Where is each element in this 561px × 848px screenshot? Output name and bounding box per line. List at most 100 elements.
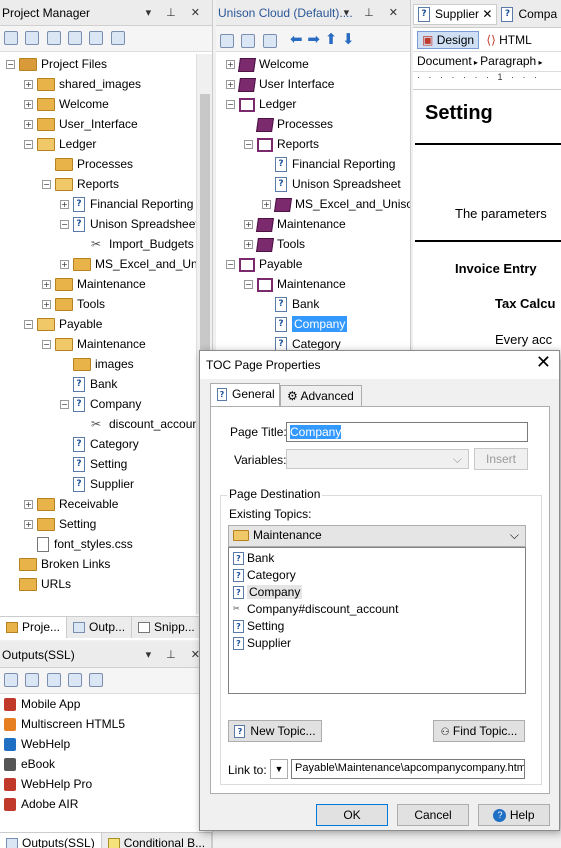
- tree-item[interactable]: ? Bank: [0, 374, 196, 394]
- new-folder-icon[interactable]: [68, 30, 83, 45]
- tree-item[interactable]: ✂ Import_Budgets: [0, 234, 196, 254]
- new-topic-button[interactable]: ? New Topic...: [228, 720, 322, 742]
- collapse-icon[interactable]: −: [24, 320, 33, 330]
- tree-item[interactable]: + Maintenance: [216, 214, 410, 234]
- open-project-icon[interactable]: [4, 30, 18, 45]
- tree-item[interactable]: Processes: [0, 154, 196, 174]
- properties-icon[interactable]: [262, 33, 277, 48]
- tree-item[interactable]: ? Financial Reporting: [216, 154, 410, 174]
- topic-list-item[interactable]: ? Setting: [233, 618, 284, 635]
- tree-item[interactable]: + Welcome: [0, 94, 196, 114]
- expand-icon[interactable]: +: [42, 280, 51, 290]
- tab-outputs-ssl[interactable]: Outputs(SSL): [0, 833, 102, 848]
- link-to-input[interactable]: Payable\Maintenance\apcompanycompany.htm: [291, 759, 525, 779]
- tree-item[interactable]: − Project Files: [0, 54, 196, 74]
- tab-company[interactable]: ? Compa: [497, 5, 561, 24]
- tab-advanced[interactable]: ⚙ Advanced: [280, 385, 362, 406]
- tree-item[interactable]: − Reports: [0, 174, 196, 194]
- panel-controls[interactable]: ▾ ⊥ ✕: [344, 6, 404, 19]
- tree-item[interactable]: + Maintenance: [0, 274, 196, 294]
- close-tab-icon[interactable]: ✕: [482, 7, 492, 21]
- tree-item[interactable]: ? Unison Spreadsheet: [216, 174, 410, 194]
- help-button[interactable]: ? Help: [478, 804, 550, 826]
- expand-icon[interactable]: +: [24, 500, 33, 510]
- collapse-icon[interactable]: −: [244, 140, 253, 150]
- collapse-icon[interactable]: −: [60, 400, 69, 410]
- html-button[interactable]: ⟨⟩ HTML: [482, 32, 535, 48]
- tree-item[interactable]: − Payable: [0, 314, 196, 334]
- expand-icon[interactable]: +: [42, 300, 51, 310]
- expand-icon[interactable]: +: [24, 120, 33, 130]
- close-icon[interactable]: ✕: [536, 354, 551, 372]
- output-properties-icon[interactable]: [25, 672, 40, 687]
- new-book-icon[interactable]: [220, 33, 234, 48]
- tab-general[interactable]: ? General: [210, 383, 280, 406]
- tree-item[interactable]: + Receivable: [0, 494, 196, 514]
- panel-controls[interactable]: ▾ ⊥ ✕: [146, 648, 206, 661]
- tree-item[interactable]: +? Financial Reporting: [0, 194, 196, 214]
- move-arrows-icon[interactable]: ⬅ ➡ ⬆ ⬇: [290, 30, 355, 48]
- tree-item[interactable]: −? Company: [0, 394, 196, 414]
- tree-item[interactable]: − Ledger: [0, 134, 196, 154]
- publish-icon[interactable]: [89, 672, 104, 687]
- output-item[interactable]: WebHelp: [0, 734, 196, 754]
- collapse-icon[interactable]: −: [42, 340, 51, 350]
- output-item[interactable]: WebHelp Pro: [0, 774, 196, 794]
- find-topic-button[interactable]: ⚇ Find Topic...: [433, 720, 525, 742]
- document-menu[interactable]: Document: [417, 54, 472, 68]
- output-item[interactable]: Multiscreen HTML5: [0, 714, 196, 734]
- output-item[interactable]: Mobile App: [0, 694, 196, 714]
- collapse-icon[interactable]: −: [6, 60, 15, 70]
- tree-item[interactable]: images: [0, 354, 196, 374]
- tree-item[interactable]: ? Supplier: [0, 474, 196, 494]
- collapse-icon[interactable]: −: [42, 180, 51, 190]
- tree-item[interactable]: ? Bank: [216, 294, 410, 314]
- expand-icon[interactable]: +: [244, 220, 253, 230]
- tree-item[interactable]: URLs: [0, 574, 196, 594]
- expand-icon[interactable]: +: [262, 200, 271, 210]
- tree-item[interactable]: + MS_Excel_and_Unis: [0, 254, 196, 274]
- tab-outputs[interactable]: Outp...: [67, 617, 133, 638]
- tree-item[interactable]: Broken Links: [0, 554, 196, 574]
- tree-item[interactable]: −? Unison Spreadsheet: [0, 214, 196, 234]
- tree-item[interactable]: ? Company: [216, 314, 410, 334]
- tab-snippets[interactable]: Snipp...: [132, 617, 202, 638]
- output-item[interactable]: eBook: [0, 754, 196, 774]
- find-icon[interactable]: [110, 30, 125, 45]
- topic-list-item[interactable]: ? Company: [233, 584, 303, 601]
- tree-item[interactable]: font_styles.css: [0, 534, 196, 554]
- tree-item[interactable]: Processes: [216, 114, 410, 134]
- tree-item[interactable]: − Maintenance: [0, 334, 196, 354]
- tree-item[interactable]: + User_Interface: [0, 114, 196, 134]
- folder-dropdown[interactable]: Maintenance ⌵: [228, 525, 526, 547]
- collapse-icon[interactable]: −: [244, 280, 253, 290]
- output-item[interactable]: Adobe AIR: [0, 794, 196, 814]
- tree-item[interactable]: + Tools: [216, 234, 410, 254]
- page-title-input[interactable]: Company: [286, 422, 528, 442]
- topic-list-item[interactable]: ? Bank: [233, 550, 274, 567]
- topic-list-item[interactable]: ? Category: [233, 567, 296, 584]
- tree-item[interactable]: ✂ discount_accoun: [0, 414, 196, 434]
- topic-list-item[interactable]: ✂ Company#discount_account: [233, 601, 398, 618]
- expand-icon[interactable]: +: [60, 200, 69, 210]
- new-output-icon[interactable]: [4, 672, 18, 687]
- collapse-icon[interactable]: −: [226, 260, 235, 270]
- collapse-icon[interactable]: −: [24, 140, 33, 150]
- link-to-type-select[interactable]: ▼: [270, 759, 288, 779]
- expand-icon[interactable]: +: [226, 80, 235, 90]
- design-button[interactable]: ▣ Design: [417, 31, 480, 49]
- ok-button[interactable]: OK: [316, 804, 388, 826]
- insert-button[interactable]: Insert: [474, 448, 528, 470]
- expand-icon[interactable]: +: [60, 260, 69, 270]
- variables-select[interactable]: ⌵: [286, 449, 469, 469]
- paragraph-menu[interactable]: Paragraph: [480, 54, 536, 68]
- tree-item[interactable]: + Welcome: [216, 54, 410, 74]
- document-canvas[interactable]: Setting The parameters Invoice Entry Tax…: [413, 100, 561, 360]
- tree-item[interactable]: + User Interface: [216, 74, 410, 94]
- panel-controls[interactable]: ▾ ⊥ ✕: [146, 6, 206, 19]
- existing-topics-list[interactable]: ? Bank? Category? Company ✂ Company#discount_…: [228, 547, 526, 694]
- topic-list-item[interactable]: ? Supplier: [233, 635, 291, 652]
- collapse-icon[interactable]: −: [60, 220, 69, 230]
- expand-icon[interactable]: +: [24, 100, 33, 110]
- tree-item[interactable]: − Reports: [216, 134, 410, 154]
